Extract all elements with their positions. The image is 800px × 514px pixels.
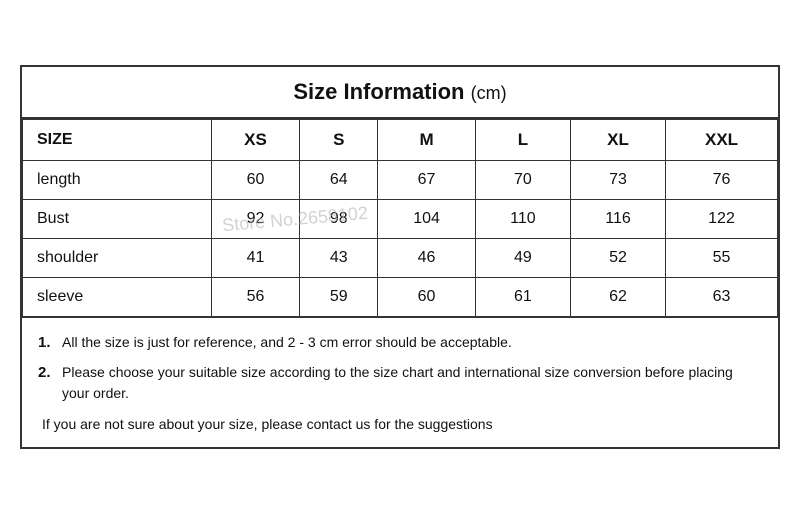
cell-shoulder-XS: 41 xyxy=(211,238,300,277)
extra-note: If you are not sure about your size, ple… xyxy=(38,414,762,435)
page-title: Size Information (cm) xyxy=(32,79,768,105)
cell-shoulder-L: 49 xyxy=(475,238,570,277)
table-row: Bust9298104110116122 xyxy=(23,199,778,238)
cell-length-M: 67 xyxy=(378,160,476,199)
cell-Bust-L: 110 xyxy=(475,199,570,238)
cell-shoulder-S: 43 xyxy=(300,238,378,277)
note-number: 2. xyxy=(38,362,56,385)
col-header-size: SIZE xyxy=(23,119,212,160)
cell-Bust-XXL: 122 xyxy=(666,199,778,238)
cell-length-XL: 73 xyxy=(570,160,665,199)
cell-Bust-S: 98 xyxy=(300,199,378,238)
cell-Bust-XL: 116 xyxy=(570,199,665,238)
size-chart-container: Size Information (cm) SIZEXSSMLXLXXLleng… xyxy=(20,65,780,450)
table-row: shoulder414346495255 xyxy=(23,238,778,277)
cell-Bust-XS: 92 xyxy=(211,199,300,238)
cell-shoulder-XXL: 55 xyxy=(666,238,778,277)
cell-shoulder-M: 46 xyxy=(378,238,476,277)
cell-length-L: 70 xyxy=(475,160,570,199)
col-header-l: L xyxy=(475,119,570,160)
cell-sleeve-XXL: 63 xyxy=(666,277,778,316)
col-header-m: M xyxy=(378,119,476,160)
notes-section: 1. All the size is just for reference, an… xyxy=(22,317,778,448)
cell-sleeve-L: 61 xyxy=(475,277,570,316)
note-text: Please choose your suitable size accordi… xyxy=(62,362,762,404)
table-row: sleeve565960616263 xyxy=(23,277,778,316)
row-label-length: length xyxy=(23,160,212,199)
cell-length-XXL: 76 xyxy=(666,160,778,199)
cell-sleeve-M: 60 xyxy=(378,277,476,316)
col-header-xxl: XXL xyxy=(666,119,778,160)
note-text: All the size is just for reference, and … xyxy=(62,332,512,353)
cell-length-XS: 60 xyxy=(211,160,300,199)
cell-sleeve-S: 59 xyxy=(300,277,378,316)
cell-length-S: 64 xyxy=(300,160,378,199)
col-header-s: S xyxy=(300,119,378,160)
table-wrapper: SIZEXSSMLXLXXLlength606467707376Bust9298… xyxy=(22,119,778,317)
row-label-sleeve: sleeve xyxy=(23,277,212,316)
cell-Bust-M: 104 xyxy=(378,199,476,238)
row-label-Bust: Bust xyxy=(23,199,212,238)
title-row: Size Information (cm) xyxy=(22,67,778,119)
size-table: SIZEXSSMLXLXXLlength606467707376Bust9298… xyxy=(22,119,778,317)
cell-sleeve-XS: 56 xyxy=(211,277,300,316)
note-item: 2. Please choose your suitable size accor… xyxy=(38,362,762,404)
cell-shoulder-XL: 52 xyxy=(570,238,665,277)
note-item: 1. All the size is just for reference, an… xyxy=(38,332,762,355)
note-number: 1. xyxy=(38,332,56,355)
col-header-xl: XL xyxy=(570,119,665,160)
cell-sleeve-XL: 62 xyxy=(570,277,665,316)
col-header-xs: XS xyxy=(211,119,300,160)
row-label-shoulder: shoulder xyxy=(23,238,212,277)
table-row: length606467707376 xyxy=(23,160,778,199)
unit-label: (cm) xyxy=(471,83,507,103)
